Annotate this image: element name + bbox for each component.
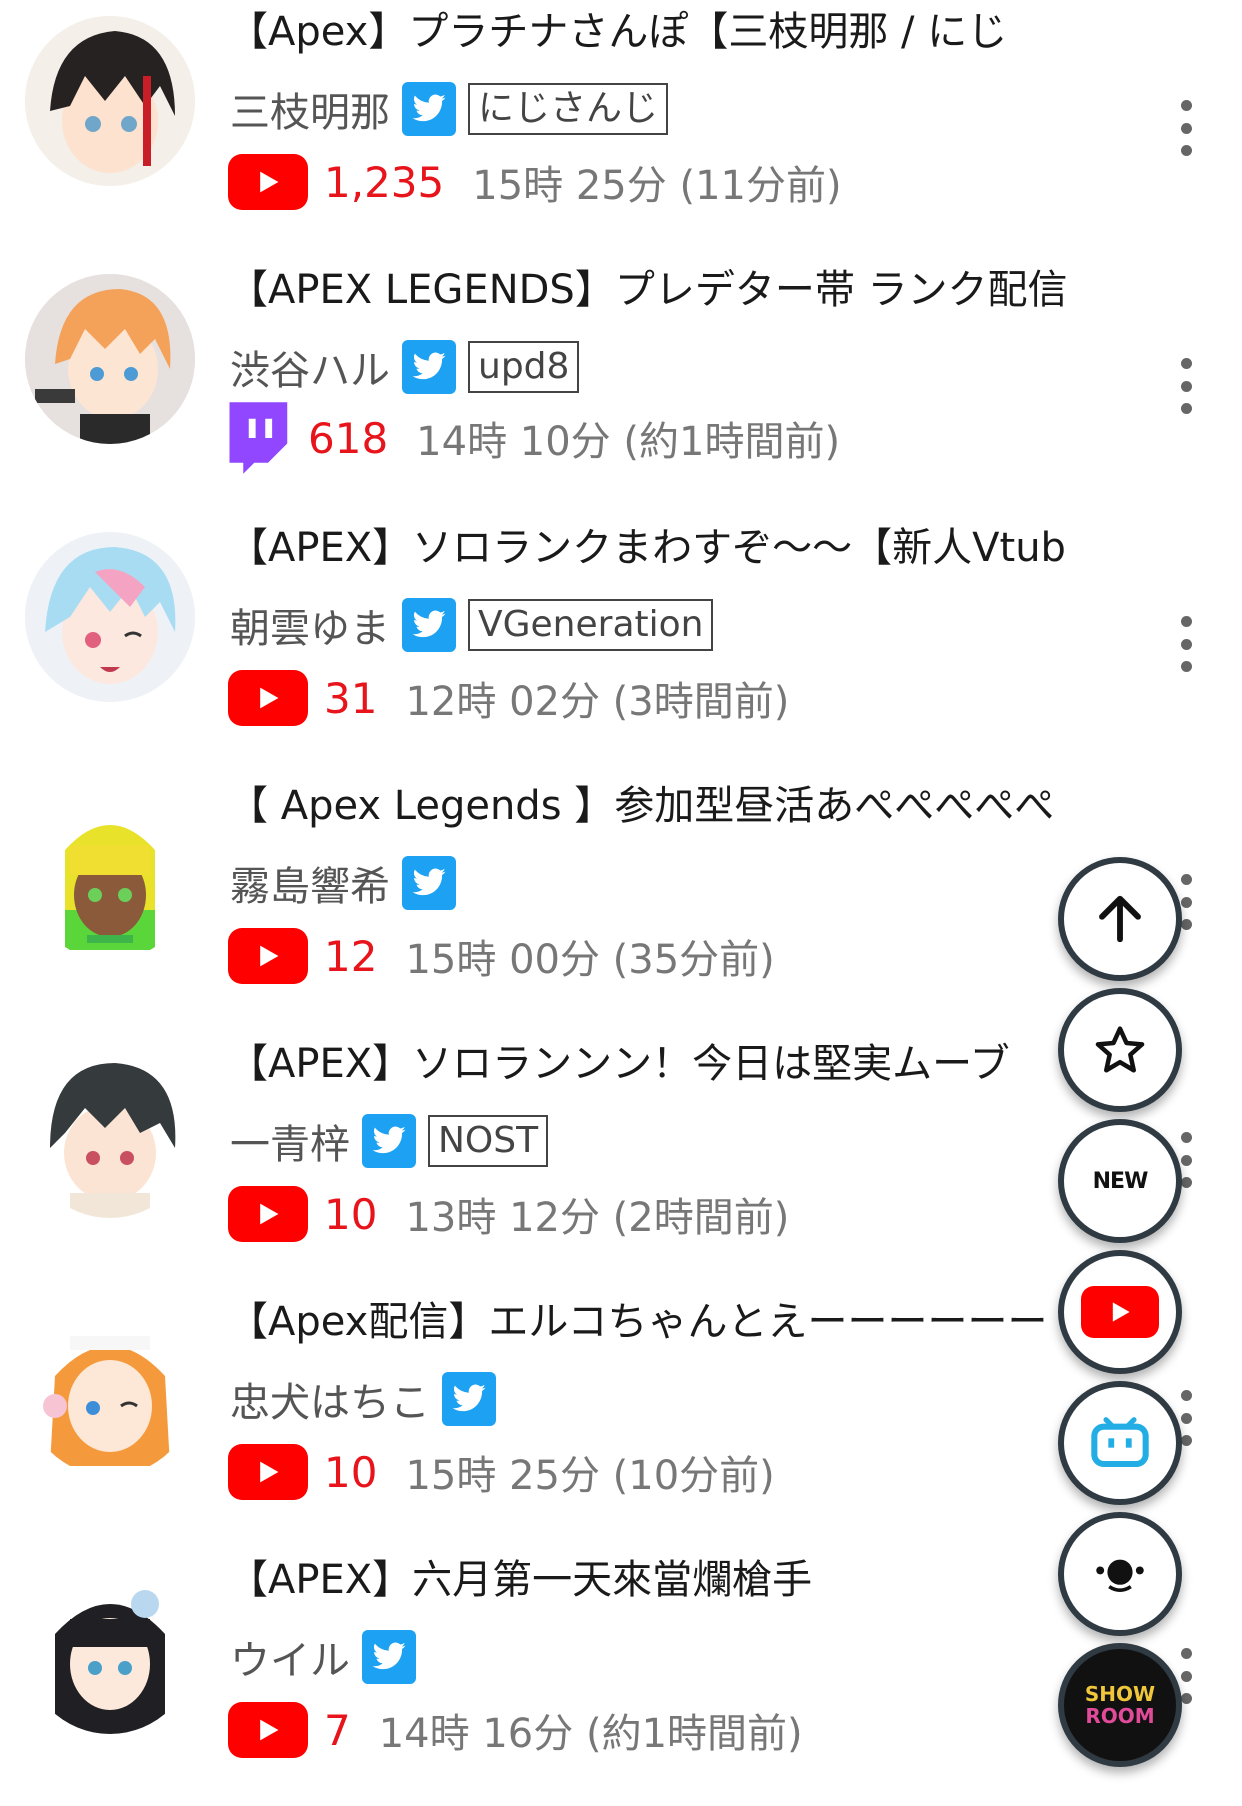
showroom-logo: SHOW ROOM	[1085, 1683, 1155, 1727]
start-time: 13時 12分 (2時間前)	[405, 1195, 790, 1241]
stream-row[interactable]: 【Apex】プラチナさんぽ【三枝明那 / にじ 三枝明那 にじさんじ 1,235…	[0, 0, 1242, 258]
start-time: 15時 25分 (11分前)	[472, 163, 842, 209]
stream-title[interactable]: 【APEX】ソロランクまわすぞ〜〜【新人Vtub	[228, 522, 1133, 574]
viewer-count: 1,235	[324, 157, 445, 207]
stream-row[interactable]: 【APEX】ソロランンン！今日は堅実ムーブ 一青梓 NOST 10 13時 12…	[0, 1032, 1242, 1290]
viewer-count: 31	[324, 673, 378, 723]
bilibili-icon	[1091, 1417, 1149, 1468]
stream-stats: 31 12時 02分 (3時間前)	[228, 666, 789, 730]
stream-title[interactable]: 【 Apex Legends 】参加型昼活あぺぺぺぺぺ	[228, 780, 1133, 832]
twitter-icon[interactable]	[442, 1372, 496, 1426]
stream-stats: 10 15時 25分 (10分前)	[228, 1440, 775, 1504]
scroll-top-button[interactable]	[1058, 857, 1182, 981]
more-menu-icon[interactable]	[1176, 358, 1196, 414]
twitter-icon[interactable]	[402, 856, 456, 910]
channel-name[interactable]: 渋谷ハル	[230, 338, 390, 396]
viewer-count: 618	[308, 413, 389, 463]
twitter-icon[interactable]	[362, 1114, 416, 1168]
stream-row[interactable]: 【APEX】六月第一天來當爛槍手 ウイル 7 14時 16分 (約1時間前)	[0, 1548, 1242, 1806]
org-badge[interactable]: upd8	[468, 341, 580, 393]
youtube-icon	[228, 670, 308, 726]
star-icon	[1095, 1026, 1145, 1073]
twitter-icon[interactable]	[362, 1630, 416, 1684]
channel-name[interactable]: 一青梓	[230, 1112, 350, 1170]
channel-line: 三枝明那 にじさんじ	[230, 80, 669, 138]
stream-stats: 618 14時 10分 (約1時間前)	[222, 402, 841, 474]
stream-title[interactable]: 【APEX LEGENDS】プレデター帯 ランク配信	[228, 264, 1133, 316]
channel-name[interactable]: 霧島響希	[230, 854, 390, 912]
more-menu-icon[interactable]	[1176, 100, 1196, 156]
stream-row[interactable]: 【APEX】ソロランクまわすぞ〜〜【新人Vtub 朝雲ゆま VGeneratio…	[0, 516, 1242, 774]
channel-line: 一青梓 NOST	[230, 1112, 549, 1170]
org-badge[interactable]: VGeneration	[468, 599, 714, 651]
stream-title[interactable]: 【Apex配信】エルコちゃんとえーーーーーー	[228, 1296, 1133, 1348]
viewer-count: 10	[324, 1189, 378, 1239]
youtube-filter-button[interactable]	[1058, 1250, 1182, 1374]
avatar[interactable]	[25, 790, 195, 960]
favorites-button[interactable]	[1058, 988, 1182, 1112]
org-badge[interactable]: にじさんじ	[468, 83, 669, 135]
youtube-icon	[228, 1186, 308, 1242]
bilibili-filter-button[interactable]	[1058, 1381, 1182, 1505]
channel-name[interactable]: 三枝明那	[230, 80, 390, 138]
avatar[interactable]	[25, 532, 195, 702]
new-filter-button[interactable]: NEW	[1058, 1119, 1182, 1243]
stream-stats: 1,235 15時 25分 (11分前)	[228, 150, 842, 214]
avatar[interactable]	[25, 1048, 195, 1218]
twitch-icon	[222, 402, 292, 474]
stream-stats: 10 13時 12分 (2時間前)	[228, 1182, 789, 1246]
youtube-icon	[228, 1444, 308, 1500]
start-time: 15時 25分 (10分前)	[405, 1453, 775, 1499]
channel-line: 渋谷ハル upd8	[230, 338, 580, 396]
youtube-icon	[228, 154, 308, 210]
channel-line: 霧島響希	[230, 854, 456, 912]
twitter-icon[interactable]	[402, 82, 456, 136]
niconico-icon	[1096, 1559, 1144, 1592]
channel-name[interactable]: ウイル	[230, 1628, 350, 1686]
channel-line: 忠犬はちこ	[230, 1370, 496, 1428]
new-label: NEW	[1092, 1168, 1149, 1194]
stream-stats: 12 15時 00分 (35分前)	[228, 924, 775, 988]
stream-title[interactable]: 【Apex】プラチナさんぽ【三枝明那 / にじ	[228, 6, 1133, 58]
avatar[interactable]	[25, 16, 195, 186]
twitter-icon[interactable]	[402, 598, 456, 652]
channel-line: ウイル	[230, 1628, 416, 1686]
avatar[interactable]	[25, 274, 195, 444]
stream-title[interactable]: 【APEX】六月第一天來當爛槍手	[228, 1554, 1133, 1606]
youtube-icon	[228, 1702, 308, 1758]
start-time: 15時 00分 (35分前)	[405, 937, 775, 983]
niconico-filter-button[interactable]	[1058, 1512, 1182, 1636]
youtube-icon	[228, 928, 308, 984]
channel-name[interactable]: 朝雲ゆま	[230, 596, 390, 654]
more-menu-icon[interactable]	[1176, 616, 1196, 672]
stream-title[interactable]: 【APEX】ソロランンン！今日は堅実ムーブ	[228, 1038, 1133, 1090]
viewer-count: 12	[324, 931, 378, 981]
stream-row[interactable]: 【APEX LEGENDS】プレデター帯 ランク配信 渋谷ハル upd8 618…	[0, 258, 1242, 516]
viewer-count: 7	[324, 1705, 351, 1755]
start-time: 14時 16分 (約1時間前)	[378, 1711, 803, 1757]
showroom-label-2: ROOM	[1085, 1704, 1155, 1728]
org-badge[interactable]: NOST	[428, 1115, 549, 1167]
start-time: 14時 10分 (約1時間前)	[416, 419, 841, 465]
channel-name[interactable]: 忠犬はちこ	[230, 1370, 430, 1428]
channel-line: 朝雲ゆま VGeneration	[230, 596, 714, 654]
twitter-icon[interactable]	[402, 340, 456, 394]
start-time: 12時 02分 (3時間前)	[405, 679, 790, 725]
youtube-icon	[1081, 1286, 1159, 1338]
avatar[interactable]	[25, 1306, 195, 1476]
stream-row[interactable]: 【Apex配信】エルコちゃんとえーーーーーー 忠犬はちこ 10 15時 25分 …	[0, 1290, 1242, 1548]
avatar[interactable]	[25, 1564, 195, 1734]
stream-row[interactable]: 【 Apex Legends 】参加型昼活あぺぺぺぺぺ 霧島響希 12 15時 …	[0, 774, 1242, 1032]
stream-stats: 7 14時 16分 (約1時間前)	[228, 1698, 803, 1762]
viewer-count: 10	[324, 1447, 378, 1497]
showroom-label-1: SHOW	[1084, 1682, 1156, 1706]
showroom-filter-button[interactable]: SHOW ROOM	[1058, 1643, 1182, 1767]
arrow-up-icon	[1099, 895, 1141, 943]
